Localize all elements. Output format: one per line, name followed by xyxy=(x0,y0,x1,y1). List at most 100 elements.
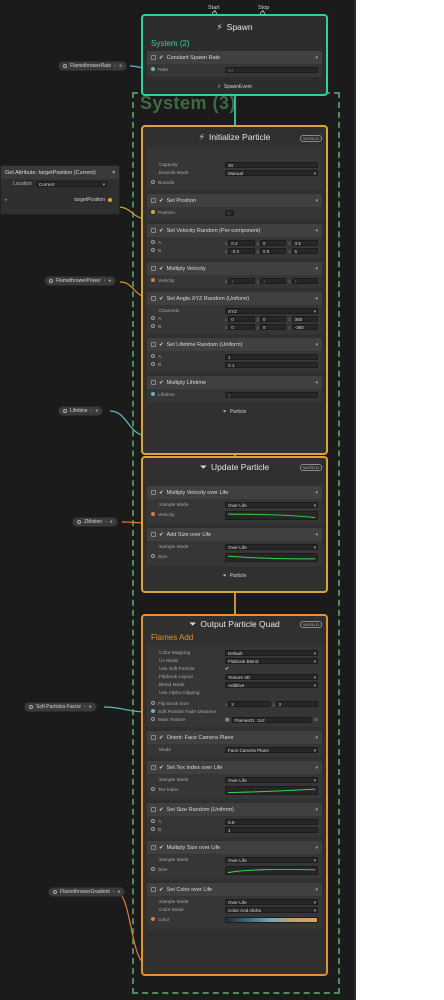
chevron-down-icon[interactable]: ▾ xyxy=(315,266,318,272)
color-mapping-dropdown[interactable]: Default xyxy=(225,650,318,656)
block-collapse-toggle[interactable] xyxy=(151,228,156,233)
lifetime-field[interactable]: 1 xyxy=(225,392,318,398)
angle-a-y[interactable]: 0 xyxy=(259,316,287,322)
checkmark-icon[interactable]: ✔ xyxy=(159,55,164,61)
block-collapse-toggle[interactable] xyxy=(151,266,156,271)
output-port-icon[interactable]: ● xyxy=(108,278,111,284)
size-curve[interactable] xyxy=(225,552,318,562)
chevron-down-icon[interactable]: ▾ xyxy=(315,765,318,771)
block-collapse-toggle[interactable] xyxy=(151,198,156,203)
use-soft-particle-checkbox[interactable]: ✔ xyxy=(225,666,229,672)
set-lifetime-random-block[interactable]: ✔ Set Lifetime Random (Uniform) ▾ A 1 B 2.1 xyxy=(147,338,322,372)
block-collapse-toggle[interactable] xyxy=(151,380,156,385)
block-collapse-toggle[interactable] xyxy=(151,845,156,850)
b-port[interactable] xyxy=(151,248,155,252)
checkmark-icon[interactable]: ✔ xyxy=(159,765,164,771)
set-color-life-block[interactable]: ✔ Set Color over Life ▾ Sample Mode Over Li… xyxy=(147,883,322,929)
output-port-icon[interactable]: ● xyxy=(89,704,92,710)
mult-velocity-x[interactable]: 1 xyxy=(228,278,255,284)
color-gradient-field[interactable] xyxy=(225,917,318,923)
main-texture-port[interactable] xyxy=(151,717,155,721)
set-position-block[interactable]: ✔ Set Position ▾ Position L xyxy=(147,194,322,220)
update-header[interactable]: ⏷ Update Particle WORLD xyxy=(143,458,326,476)
checkmark-icon[interactable]: ✔ xyxy=(159,198,164,204)
chevron-down-icon[interactable]: ▾ xyxy=(315,198,318,204)
checkmark-icon[interactable]: ✔ xyxy=(159,296,164,302)
angle-b-x[interactable]: 0 xyxy=(228,324,255,330)
output-port-icon[interactable]: ● xyxy=(95,408,98,414)
position-space-toggle[interactable]: L xyxy=(225,210,234,216)
velocity-a-y[interactable]: 0 xyxy=(259,240,287,246)
bounds-mode-dropdown[interactable]: Manual xyxy=(225,170,318,176)
chevron-down-icon[interactable]: ▾ xyxy=(315,342,318,348)
add-size-life-block[interactable]: ✔ Add Size over Life ▾ Sample Mode Over Lif… xyxy=(147,528,322,566)
multiply-velocity-life-block[interactable]: ✔ Multiply Velocity over Life ▾ Sample Mod… xyxy=(147,486,322,524)
flipbook-layout-dropdown[interactable]: Texture 2D xyxy=(225,674,318,680)
mult-velocity-y[interactable]: 1 xyxy=(259,278,287,284)
chevron-down-icon[interactable]: ▾ xyxy=(112,170,115,176)
sample-mode-dropdown[interactable]: Over Life xyxy=(225,777,318,783)
velocity-port[interactable] xyxy=(151,512,155,516)
flipbook-size-y[interactable]: 2 xyxy=(275,701,318,707)
velocity-port[interactable] xyxy=(151,278,155,282)
chevron-down-icon[interactable]: ▾ xyxy=(315,807,318,813)
mode-dropdown[interactable]: Face Camera Plane xyxy=(225,747,318,753)
chevron-down-icon[interactable]: ▾ xyxy=(315,887,318,893)
multiply-velocity-block[interactable]: ✔ Multiply Velocity ▾ Velocity x1 y1 z1 xyxy=(147,262,322,288)
block-collapse-toggle[interactable] xyxy=(151,807,156,812)
multiply-lifetime-block[interactable]: ✔ Multiply Lifetime ▾ Lifetime 1 xyxy=(147,376,322,402)
chevron-down-icon[interactable]: ▾ xyxy=(315,532,318,538)
rate-field[interactable]: 64 xyxy=(225,67,318,73)
lifetime-port[interactable] xyxy=(151,392,155,396)
b-port[interactable] xyxy=(151,324,155,328)
space-badge[interactable]: WORLD xyxy=(300,464,322,471)
chevron-down-icon[interactable]: ▾ xyxy=(315,55,318,61)
bounds-port[interactable] xyxy=(151,180,155,184)
set-angle-random-block[interactable]: ✔ Set Angle.XYZ Random (Uniform) ▾ Channel… xyxy=(147,292,322,334)
initialize-header[interactable]: ⚡ Initialize Particle WORLD xyxy=(143,127,326,147)
velocity-a-x[interactable]: 0.2 xyxy=(228,240,255,246)
flamethrower-rate-node[interactable]: FlamethrowerRate ‹ ● xyxy=(58,61,127,71)
checkmark-icon[interactable]: ✔ xyxy=(159,228,164,234)
angle-b-z[interactable]: -360 xyxy=(291,324,319,330)
checkmark-icon[interactable]: ✔ xyxy=(159,532,164,538)
main-texture-field[interactable]: Flames01_2x2 xyxy=(231,717,312,723)
b-port[interactable] xyxy=(151,827,155,831)
flamethrower-power-node[interactable]: FlamethrowerPower ‹ ● xyxy=(44,276,117,286)
a-port[interactable] xyxy=(151,354,155,358)
size-curve[interactable] xyxy=(225,865,318,875)
tex-index-port[interactable] xyxy=(151,787,155,791)
velocity-curve[interactable] xyxy=(225,510,318,520)
checkmark-icon[interactable]: ✔ xyxy=(159,887,164,893)
sample-mode-dropdown[interactable]: Over Life xyxy=(225,544,318,550)
checkmark-icon[interactable]: ✔ xyxy=(159,735,164,741)
output-header[interactable]: ⏷ Output Particle Quad WORLD xyxy=(143,616,326,632)
spawn-context[interactable]: ⚡ Spawn System (2) ✔ Constant Spawn Rate… xyxy=(141,14,328,96)
set-velocity-random-block[interactable]: ✔ Set Velocity Random (Per-component) ▾ A … xyxy=(147,224,322,258)
system-2-name[interactable]: System (2) xyxy=(143,38,326,51)
block-collapse-toggle[interactable] xyxy=(151,55,156,60)
output-port-icon[interactable]: ● xyxy=(117,889,120,895)
angle-b-y[interactable]: 0 xyxy=(259,324,287,330)
space-badge[interactable]: WORLD xyxy=(300,135,322,142)
block-collapse-toggle[interactable] xyxy=(151,532,156,537)
blend-mode-dropdown[interactable]: Additive xyxy=(225,682,318,688)
checkmark-icon[interactable]: ✔ xyxy=(159,380,164,386)
output-context[interactable]: ⏷ Output Particle Quad WORLD Flames Add … xyxy=(141,614,328,976)
chevron-down-icon[interactable]: ▾ xyxy=(315,380,318,386)
velocity-b-x[interactable]: -0.2 xyxy=(228,248,255,254)
space-badge[interactable]: WORLD xyxy=(300,621,322,628)
capacity-field[interactable]: 30 xyxy=(225,162,318,168)
a-port[interactable] xyxy=(151,316,155,320)
block-collapse-toggle[interactable] xyxy=(151,735,156,740)
sample-mode-dropdown[interactable]: Over Life xyxy=(225,502,318,508)
chevron-down-icon[interactable]: ▾ xyxy=(315,845,318,851)
angle-a-x[interactable]: 0 xyxy=(228,316,255,322)
checkmark-icon[interactable]: ✔ xyxy=(159,266,164,272)
size-port[interactable] xyxy=(151,867,155,871)
checkmark-icon[interactable]: ✔ xyxy=(159,342,164,348)
soft-fade-port[interactable] xyxy=(151,709,155,713)
chevron-down-icon[interactable]: ▾ xyxy=(315,228,318,234)
target-position-port[interactable] xyxy=(108,198,112,202)
a-port[interactable] xyxy=(151,240,155,244)
